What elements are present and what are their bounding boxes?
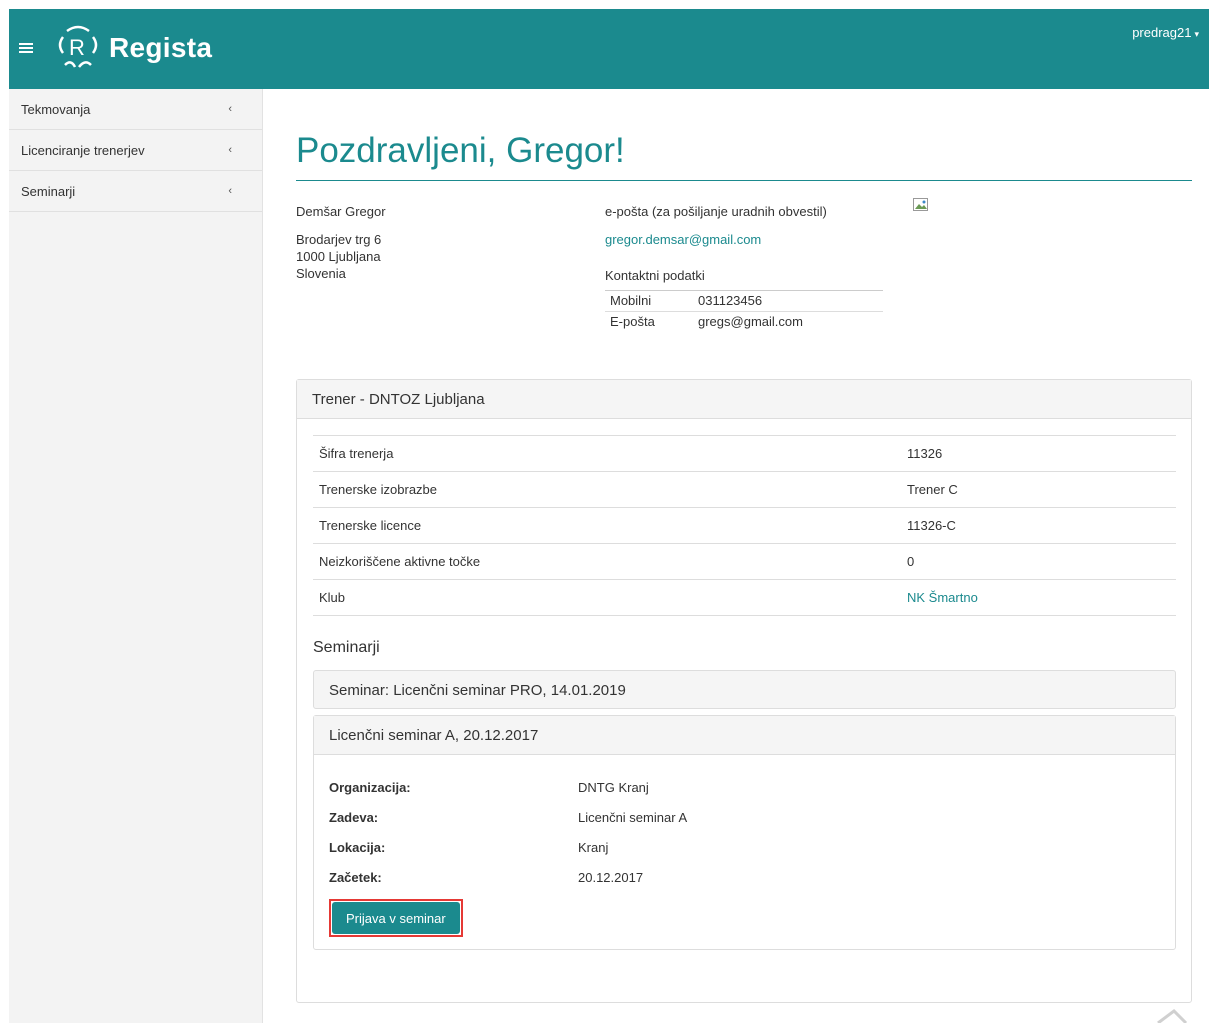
- seminar-accordion-a: Licenčni seminar A, 20.12.2017 Organizac…: [313, 715, 1176, 950]
- table-row: Šifra trenerja 11326: [313, 435, 1176, 472]
- detail-key: Organizacija:: [329, 779, 411, 795]
- panel-heading: Trener - DNTOZ Ljubljana: [297, 380, 1191, 419]
- sidebar-item-tekmovanja[interactable]: Tekmovanja ‹: [9, 89, 262, 130]
- club-link[interactable]: NK Šmartno: [907, 590, 978, 605]
- regista-logo-icon: R: [58, 25, 98, 68]
- main-content: Pozdravljeni, Gregor! Demšar Gregor Brod…: [296, 89, 1192, 381]
- profile-contacts: e-pošta (za pošiljanje uradnih obvestil)…: [605, 203, 885, 332]
- chevron-left-icon: ‹: [228, 144, 232, 156]
- row-label: Trenerske izobrazbe: [313, 471, 901, 508]
- row-label: Klub: [313, 579, 901, 616]
- table-row: Trenerske izobrazbe Trener C: [313, 471, 1176, 508]
- table-row: Trenerske licence 11326-C: [313, 507, 1176, 544]
- seminar-details: Organizacija: DNTG Kranj Zadeva: Licenčn…: [314, 755, 1175, 949]
- profile-name: Demšar Gregor: [296, 203, 386, 219]
- contact-type: E-pošta: [610, 313, 655, 329]
- row-label: Trenerske licence: [313, 507, 901, 544]
- sidebar-item-seminarji[interactable]: Seminarji ‹: [9, 171, 262, 212]
- profile-section: Demšar Gregor Brodarjev trg 6 1000 Ljubl…: [296, 181, 1192, 381]
- table-row: Neizkoriščene aktivne točke 0: [313, 543, 1176, 580]
- table-row: Klub NK Šmartno: [313, 579, 1176, 616]
- user-menu[interactable]: predrag21 ▾: [1132, 25, 1199, 40]
- sidebar: Tekmovanja ‹ Licenciranje trenerjev ‹ Se…: [9, 89, 263, 1023]
- address-line: 1000 Ljubljana: [296, 248, 381, 264]
- detail-row: Organizacija: DNTG Kranj: [329, 772, 1160, 802]
- watermark-chevron-icon: [1157, 1009, 1188, 1023]
- trainer-panel: Trener - DNTOZ Ljubljana Šifra trenerja …: [296, 379, 1192, 1003]
- caret-down-icon: ▾: [1194, 29, 1199, 39]
- page-title: Pozdravljeni, Gregor!: [296, 131, 1192, 181]
- sidebar-item-label: Tekmovanja: [21, 101, 91, 117]
- regista-logo[interactable]: R Regista: [49, 23, 212, 73]
- seminar-accordion-header[interactable]: Licenčni seminar A, 20.12.2017: [314, 716, 1175, 755]
- contact-label: Kontaktni podatki: [605, 267, 705, 283]
- username: predrag21: [1132, 25, 1192, 40]
- detail-value: Kranj: [578, 839, 609, 855]
- detail-row: Zadeva: Licenčni seminar A: [329, 802, 1160, 832]
- detail-key: Lokacija:: [329, 839, 386, 855]
- address-line: Brodarjev trg 6: [296, 231, 382, 247]
- row-label: Šifra trenerja: [313, 435, 901, 472]
- row-label: Neizkoriščene aktivne točke: [313, 543, 901, 580]
- detail-key: Zadeva:: [329, 809, 379, 825]
- contact-value: 031123456: [693, 290, 883, 312]
- address-line: Slovenia: [296, 265, 346, 281]
- row-value: 11326-C: [901, 507, 1176, 544]
- divider: [313, 616, 1176, 617]
- contact-type: Mobilni: [605, 290, 693, 312]
- seminars-heading: Seminarji: [313, 639, 380, 656]
- detail-value: DNTG Kranj: [578, 779, 649, 795]
- detail-row: Lokacija: Kranj: [329, 832, 1160, 862]
- detail-row: Začetek: 20.12.2017: [329, 862, 1160, 892]
- detail-value: 20.12.2017: [578, 869, 644, 885]
- logo-text: Regista: [109, 32, 213, 63]
- email-label: e-pošta (za pošiljanje uradnih obvestil): [605, 203, 827, 219]
- table-row: Mobilni 031123456: [605, 290, 883, 312]
- contact-value: gregs@gmail.com: [698, 313, 803, 329]
- top-navbar: R Regista predrag21 ▾: [9, 9, 1209, 89]
- email-link[interactable]: gregor.demsar@gmail.com: [605, 231, 761, 248]
- broken-image-icon: [913, 197, 928, 211]
- seminar-accordion-pro[interactable]: Seminar: Licenčni seminar PRO, 14.01.201…: [313, 670, 1176, 709]
- detail-value: Licenčni seminar A: [578, 809, 688, 825]
- contacts-table: Mobilni 031123456 E-pošta gregs@gmail.co…: [605, 289, 883, 332]
- row-value: 11326: [901, 435, 1176, 472]
- detail-key: Začetek:: [329, 869, 382, 885]
- register-seminar-button[interactable]: Prijava v seminar: [332, 902, 460, 934]
- sidebar-item-licenciranje[interactable]: Licenciranje trenerjev ‹: [9, 130, 262, 171]
- svg-text:R: R: [69, 35, 85, 60]
- trainer-info-table: Šifra trenerja 11326 Trenerske izobrazbe…: [313, 435, 1176, 616]
- row-value: Trener C: [901, 471, 1176, 508]
- highlight-box: Prijava v seminar: [329, 899, 463, 937]
- chevron-left-icon: ‹: [228, 103, 232, 115]
- menu-toggle-icon[interactable]: [19, 43, 33, 55]
- chevron-left-icon: ‹: [228, 185, 232, 197]
- sidebar-item-label: Seminarji: [21, 183, 76, 199]
- profile-address: Demšar Gregor Brodarjev trg 6 1000 Ljubl…: [296, 203, 386, 282]
- row-value-club: NK Šmartno: [901, 579, 1176, 616]
- panel-body: Šifra trenerja 11326 Trenerske izobrazbe…: [297, 419, 1191, 950]
- sidebar-item-label: Licenciranje trenerjev: [21, 142, 145, 158]
- row-value: 0: [901, 543, 1176, 580]
- table-row: E-pošta gregs@gmail.com: [605, 311, 883, 332]
